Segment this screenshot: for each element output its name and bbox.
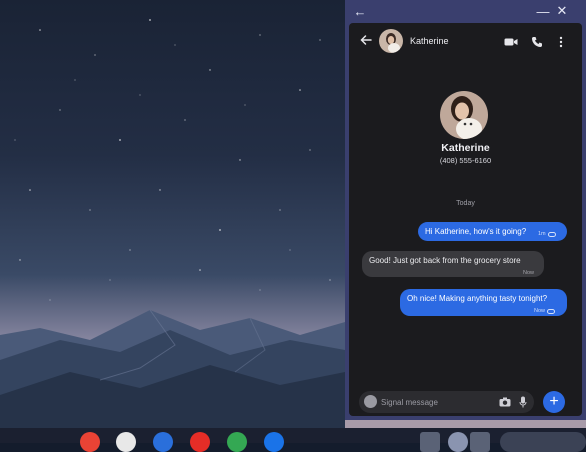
contact-phone-number: (408) 555-6160 (439, 156, 492, 165)
phone-icon (532, 37, 542, 47)
delivered-check-icon (547, 308, 556, 314)
message-text: Hi Katherine, how's it going? (425, 226, 527, 236)
message-outgoing[interactable]: Hi Katherine, how's it going? 1m (418, 222, 567, 241)
emoji-icon[interactable] (364, 395, 377, 408)
youtube-app-icon[interactable] (190, 432, 210, 452)
voice-call-button[interactable] (529, 34, 545, 50)
camera-button[interactable] (498, 395, 512, 409)
conversation-header: Katherine (349, 23, 582, 61)
files-app-icon[interactable] (264, 432, 284, 452)
message-time: Now (534, 308, 546, 314)
message-text: Good! Just got back from the grocery sto… (369, 256, 521, 265)
voice-note-button[interactable] (517, 395, 529, 409)
arrow-left-icon (360, 35, 372, 45)
arrow-left-icon: ← (353, 3, 367, 19)
plus-icon: + (549, 393, 559, 410)
message-text: Oh nice! Making anything tasty tonight? (407, 294, 548, 303)
close-button[interactable]: ✕ (553, 2, 571, 20)
message-incoming[interactable]: Good! Just got back from the grocery sto… (362, 251, 544, 277)
contact-avatar-small[interactable] (379, 29, 403, 53)
signal-app-window: ← — ✕ Katherine Katherine (408) 555-6160… (345, 0, 586, 420)
window-titlebar[interactable]: ← — ✕ (345, 0, 586, 22)
close-icon: ✕ (556, 3, 568, 18)
minimize-icon: — (536, 3, 550, 19)
message-time: 1m (538, 231, 546, 237)
window-back-button[interactable]: ← (351, 2, 369, 20)
contact-photo-large (440, 91, 488, 139)
camera-icon (499, 397, 511, 407)
gmail-app-icon[interactable] (116, 432, 136, 452)
contact-name: Katherine (441, 142, 490, 154)
chrome-app-icon[interactable] (80, 432, 100, 452)
message-input[interactable] (381, 394, 481, 410)
delivered-check-icon (547, 231, 556, 237)
attach-button[interactable]: + (543, 391, 565, 413)
more-vert-icon (559, 36, 563, 48)
video-call-icon (504, 38, 518, 46)
contact-photo (379, 29, 403, 53)
message-outgoing[interactable]: Oh nice! Making anything tasty tonight? … (400, 289, 567, 316)
message-meta: 1m (538, 229, 556, 239)
contact-avatar-large[interactable] (440, 91, 488, 139)
more-options-button[interactable] (553, 34, 569, 50)
message-time: Now (523, 270, 535, 276)
date-divider: Today (456, 200, 475, 207)
minimize-button[interactable]: — (534, 2, 552, 20)
conversation-view: Katherine Katherine (408) 555-6160 Today… (349, 23, 582, 416)
docs-app-icon[interactable] (153, 432, 173, 452)
launcher-icon[interactable] (448, 432, 468, 452)
conversation-back-button[interactable] (357, 33, 375, 51)
video-call-button[interactable] (503, 34, 519, 50)
message-meta: Now (534, 306, 556, 316)
play-store-app-icon[interactable] (227, 432, 247, 452)
microphone-icon (519, 396, 527, 408)
message-composer (359, 391, 534, 413)
overview-icon[interactable] (420, 432, 440, 452)
status-tray[interactable] (500, 432, 586, 452)
contact-name-header[interactable]: Katherine (410, 36, 449, 46)
phone-hub-icon[interactable] (470, 432, 490, 452)
